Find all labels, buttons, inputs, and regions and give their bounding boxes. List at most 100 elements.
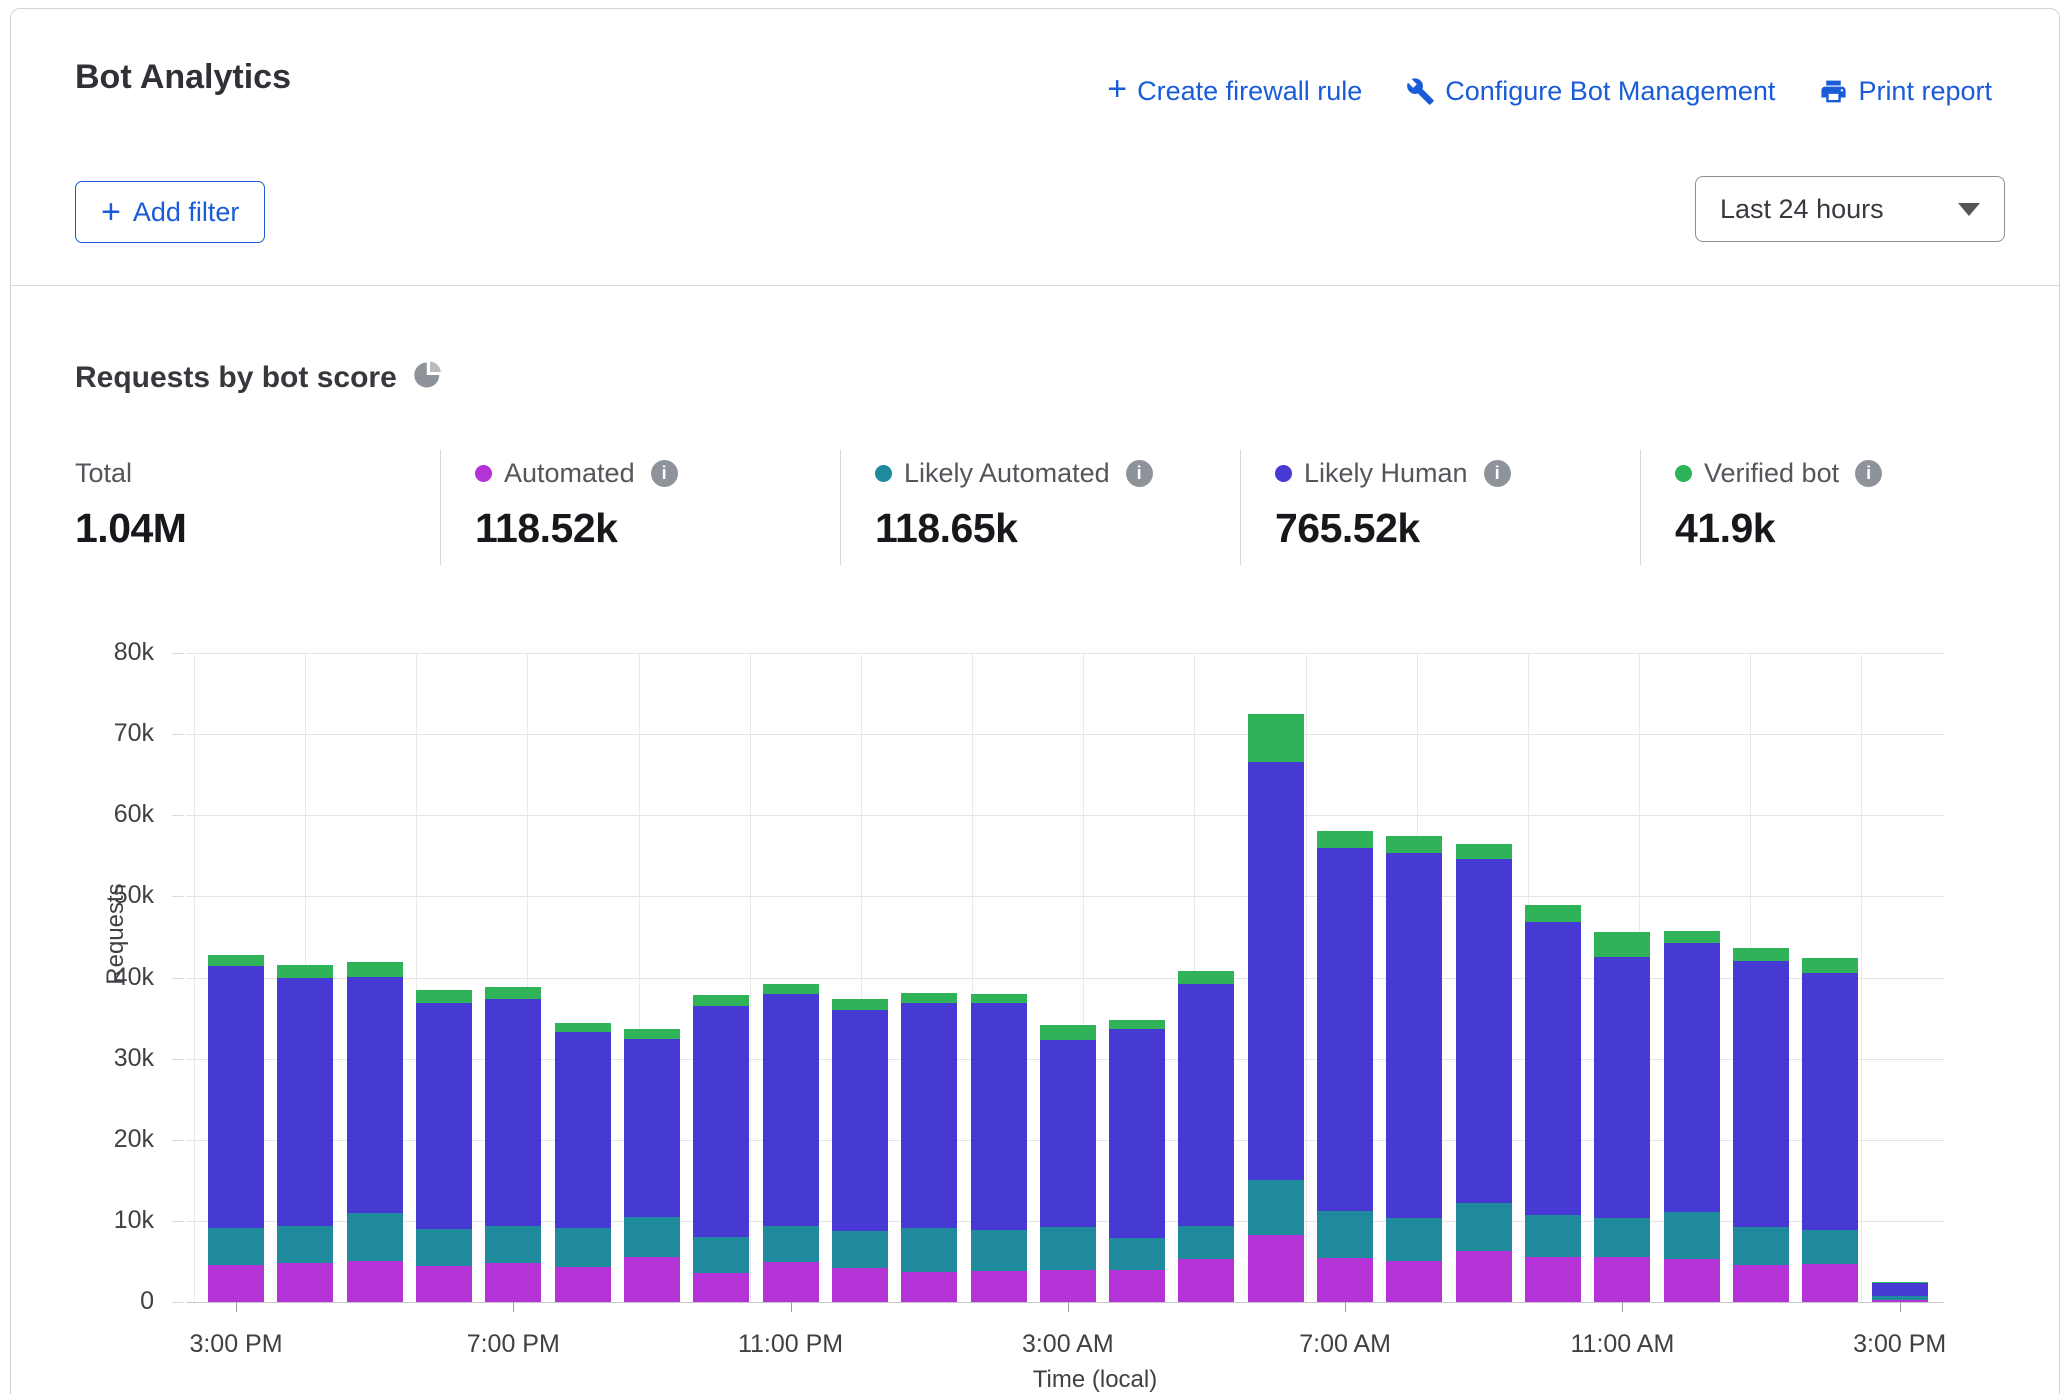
- bar-segment-likely-automated-700pm[interactable]: [485, 1226, 541, 1264]
- bar-segment-verified-bot-800pm[interactable]: [555, 1023, 611, 1032]
- bar-segment-likely-automated-400pm[interactable]: [277, 1226, 333, 1264]
- bar-segment-automated-1200pm[interactable]: [1664, 1259, 1720, 1302]
- bar-segment-likely-automated-800pm[interactable]: [555, 1228, 611, 1267]
- bar-segment-automated-100am[interactable]: [901, 1272, 957, 1302]
- bar-segment-likely-human-300pm[interactable]: [1872, 1283, 1928, 1296]
- bar-segment-automated-200pm[interactable]: [1802, 1264, 1858, 1302]
- action-link-create-firewall-rule[interactable]: +Create firewall rule: [1107, 76, 1362, 107]
- action-link-configure-bot-management[interactable]: Configure Bot Management: [1406, 76, 1775, 107]
- bar-segment-automated-700am[interactable]: [1317, 1258, 1373, 1302]
- bar-segment-verified-bot-1200am[interactable]: [832, 999, 888, 1010]
- bar-segment-verified-bot-400pm[interactable]: [277, 965, 333, 978]
- bar-segment-likely-automated-100pm[interactable]: [1733, 1227, 1789, 1265]
- bar-segment-likely-automated-100am[interactable]: [901, 1228, 957, 1272]
- bar-segment-automated-600pm[interactable]: [416, 1266, 472, 1302]
- bar-segment-automated-1100am[interactable]: [1594, 1257, 1650, 1302]
- bar-segment-verified-bot-100am[interactable]: [901, 993, 957, 1003]
- bar-segment-likely-human-500pm[interactable]: [347, 977, 403, 1213]
- bar-segment-likely-human-500am[interactable]: [1178, 984, 1234, 1226]
- bar-segment-verified-bot-900pm[interactable]: [624, 1029, 680, 1039]
- bar-segment-verified-bot-700am[interactable]: [1317, 831, 1373, 848]
- bar-segment-likely-human-1000pm[interactable]: [693, 1006, 749, 1237]
- bar-segment-automated-400am[interactable]: [1109, 1270, 1165, 1302]
- bar-segment-automated-700pm[interactable]: [485, 1263, 541, 1302]
- bar-segment-likely-human-900am[interactable]: [1456, 859, 1512, 1203]
- bar-segment-likely-automated-1200pm[interactable]: [1664, 1212, 1720, 1259]
- bar-segment-likely-human-700pm[interactable]: [485, 999, 541, 1225]
- bar-segment-automated-500pm[interactable]: [347, 1261, 403, 1302]
- bar-segment-likely-human-1000am[interactable]: [1525, 922, 1581, 1216]
- bar-segment-likely-automated-900am[interactable]: [1456, 1203, 1512, 1251]
- bar-segment-likely-automated-900pm[interactable]: [624, 1217, 680, 1258]
- bar-segment-automated-1200am[interactable]: [832, 1268, 888, 1302]
- bar-segment-likely-human-300pm[interactable]: [208, 966, 264, 1228]
- bar-segment-automated-800am[interactable]: [1386, 1261, 1442, 1302]
- bar-segment-likely-automated-1000am[interactable]: [1525, 1215, 1581, 1256]
- bar-segment-likely-automated-600am[interactable]: [1248, 1180, 1304, 1236]
- bar-segment-automated-400pm[interactable]: [277, 1263, 333, 1302]
- bar-segment-verified-bot-900am[interactable]: [1456, 844, 1512, 859]
- bar-segment-likely-automated-200pm[interactable]: [1802, 1230, 1858, 1264]
- bar-segment-likely-human-900pm[interactable]: [624, 1039, 680, 1217]
- bar-segment-verified-bot-700pm[interactable]: [485, 987, 541, 999]
- bar-segment-verified-bot-600pm[interactable]: [416, 990, 472, 1003]
- bar-segment-verified-bot-500am[interactable]: [1178, 971, 1234, 984]
- bar-segment-likely-automated-800am[interactable]: [1386, 1218, 1442, 1262]
- add-filter-button[interactable]: + Add filter: [75, 181, 265, 243]
- bar-segment-verified-bot-200pm[interactable]: [1802, 958, 1858, 973]
- bar-segment-verified-bot-300pm[interactable]: [208, 955, 264, 966]
- info-icon[interactable]: i: [1484, 460, 1511, 487]
- bar-segment-verified-bot-1100pm[interactable]: [763, 984, 819, 994]
- bar-segment-verified-bot-300am[interactable]: [1040, 1025, 1096, 1040]
- bar-segment-verified-bot-600am[interactable]: [1248, 714, 1304, 762]
- bar-segment-likely-human-200pm[interactable]: [1802, 973, 1858, 1230]
- bar-segment-likely-automated-1100pm[interactable]: [763, 1226, 819, 1263]
- bar-segment-likely-automated-1100am[interactable]: [1594, 1218, 1650, 1258]
- bar-segment-automated-200am[interactable]: [971, 1271, 1027, 1302]
- bar-segment-automated-1100pm[interactable]: [763, 1262, 819, 1302]
- bar-segment-likely-human-1200am[interactable]: [832, 1010, 888, 1231]
- bar-segment-likely-human-1100pm[interactable]: [763, 994, 819, 1226]
- bar-segment-automated-300pm[interactable]: [208, 1265, 264, 1302]
- info-icon[interactable]: i: [1126, 460, 1153, 487]
- bar-segment-likely-automated-500am[interactable]: [1178, 1226, 1234, 1260]
- bar-segment-likely-automated-300pm[interactable]: [1872, 1296, 1928, 1300]
- bar-segment-likely-automated-500pm[interactable]: [347, 1213, 403, 1262]
- bar-segment-verified-bot-500pm[interactable]: [347, 962, 403, 977]
- bar-segment-automated-500am[interactable]: [1178, 1259, 1234, 1302]
- bar-segment-automated-600am[interactable]: [1248, 1235, 1304, 1302]
- bar-segment-verified-bot-1000pm[interactable]: [693, 995, 749, 1006]
- bar-segment-automated-900pm[interactable]: [624, 1257, 680, 1302]
- bar-segment-automated-800pm[interactable]: [555, 1267, 611, 1302]
- bar-segment-verified-bot-1200pm[interactable]: [1664, 931, 1720, 944]
- bar-segment-automated-1000pm[interactable]: [693, 1273, 749, 1302]
- bar-segment-likely-human-800am[interactable]: [1386, 853, 1442, 1218]
- info-icon[interactable]: i: [651, 460, 678, 487]
- bar-segment-verified-bot-1000am[interactable]: [1525, 905, 1581, 922]
- bar-segment-likely-human-300am[interactable]: [1040, 1040, 1096, 1227]
- bar-segment-likely-human-200am[interactable]: [971, 1003, 1027, 1229]
- info-icon[interactable]: i: [1855, 460, 1882, 487]
- bar-segment-likely-human-100am[interactable]: [901, 1003, 957, 1229]
- bar-segment-verified-bot-200am[interactable]: [971, 994, 1027, 1004]
- bar-segment-likely-automated-700am[interactable]: [1317, 1211, 1373, 1258]
- bar-segment-likely-human-600am[interactable]: [1248, 762, 1304, 1180]
- action-link-print-report[interactable]: Print report: [1819, 76, 1992, 107]
- time-range-dropdown[interactable]: Last 24 hours: [1695, 176, 2005, 242]
- bar-segment-verified-bot-800am[interactable]: [1386, 836, 1442, 852]
- bar-segment-automated-100pm[interactable]: [1733, 1265, 1789, 1302]
- bar-segment-likely-automated-400am[interactable]: [1109, 1238, 1165, 1269]
- bar-segment-likely-human-600pm[interactable]: [416, 1003, 472, 1229]
- bar-segment-automated-1000am[interactable]: [1525, 1257, 1581, 1302]
- bar-segment-automated-900am[interactable]: [1456, 1251, 1512, 1302]
- bar-segment-likely-automated-600pm[interactable]: [416, 1229, 472, 1266]
- bar-segment-likely-human-700am[interactable]: [1317, 848, 1373, 1211]
- bar-segment-likely-human-400pm[interactable]: [277, 978, 333, 1225]
- bar-segment-verified-bot-1100am[interactable]: [1594, 932, 1650, 957]
- bar-segment-likely-human-800pm[interactable]: [555, 1032, 611, 1228]
- bar-segment-likely-automated-1200am[interactable]: [832, 1231, 888, 1268]
- bar-segment-likely-human-1100am[interactable]: [1594, 957, 1650, 1217]
- bar-segment-likely-automated-300pm[interactable]: [208, 1228, 264, 1265]
- bar-segment-verified-bot-100pm[interactable]: [1733, 948, 1789, 961]
- bar-segment-likely-human-400am[interactable]: [1109, 1029, 1165, 1238]
